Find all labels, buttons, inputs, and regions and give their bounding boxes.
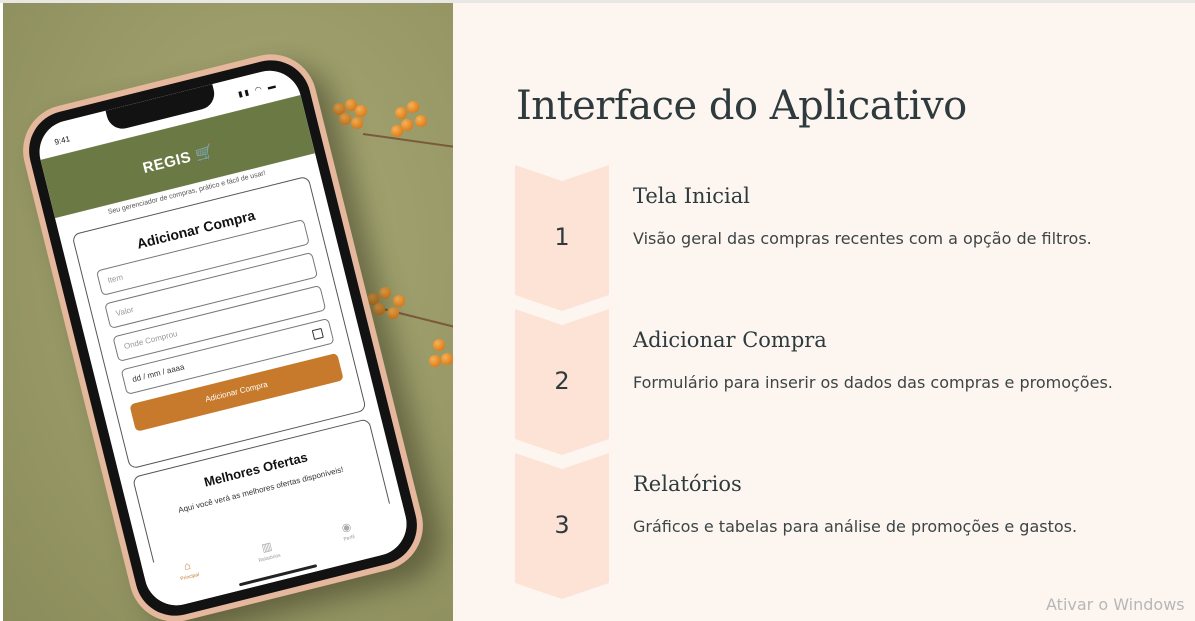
calendar-icon[interactable] [311, 327, 324, 340]
step-description: Visão geral das compras recentes com a o… [633, 229, 1092, 248]
berry [429, 355, 441, 367]
step-title: Adicionar Compra [633, 328, 827, 352]
nav-item-home[interactable]: ⌂ Principal [157, 553, 220, 587]
berry [441, 353, 453, 365]
phone-mockup-photo: 9:41 ▮▮ ◠ ▬ REGIS 🛒 Seu gerenciador de c… [3, 3, 453, 621]
step-number: 1 [554, 223, 570, 251]
step-description: Formulário para inserir os dados das com… [633, 373, 1113, 392]
berry [393, 295, 405, 307]
berry [355, 105, 367, 117]
shopping-cart-icon: 🛒 [193, 142, 217, 165]
berry [391, 125, 403, 137]
home-indicator [238, 564, 318, 587]
berry [339, 113, 351, 125]
add-purchase-form: Adicionar Compra Item Valor Onde Comprou… [71, 175, 367, 470]
slide-content: Interface do Aplicativo 1 Tela Inicial V… [453, 3, 1195, 621]
nav-item-profile[interactable]: ◉ Perfil [316, 514, 379, 549]
step-3: 3 Relatórios Gráficos e tabelas para aná… [515, 453, 1115, 599]
slide-title: Interface do Aplicativo [516, 83, 967, 129]
berry [351, 117, 363, 129]
berry [379, 287, 391, 299]
step-number: 3 [554, 511, 570, 539]
windows-activation-watermark: Ativar o Windows [1046, 595, 1185, 614]
berry-stem [362, 133, 453, 149]
step-1: 1 Tela Inicial Visão geral das compras r… [515, 165, 1115, 311]
berry [407, 101, 419, 113]
step-title: Relatórios [633, 472, 742, 496]
berry [395, 107, 407, 119]
berry [373, 303, 385, 315]
step-title: Tela Inicial [633, 184, 750, 208]
berry [387, 307, 399, 319]
status-bar-icons: ▮▮ ◠ ▬ [237, 80, 279, 99]
smartphone: 9:41 ▮▮ ◠ ▬ REGIS 🛒 Seu gerenciador de c… [13, 44, 433, 621]
step-2: 2 Adicionar Compra Formulário para inser… [515, 309, 1115, 455]
step-description: Gráficos e tabelas para análise de promo… [633, 517, 1078, 536]
step-number: 2 [554, 367, 570, 395]
status-time: 9:41 [53, 134, 71, 147]
nav-item-reports[interactable]: ▥ Relatórios [236, 534, 299, 569]
berry [433, 339, 445, 351]
berry [415, 115, 427, 127]
phone-screen: 9:41 ▮▮ ◠ ▬ REGIS 🛒 Seu gerenciador de c… [32, 63, 414, 613]
